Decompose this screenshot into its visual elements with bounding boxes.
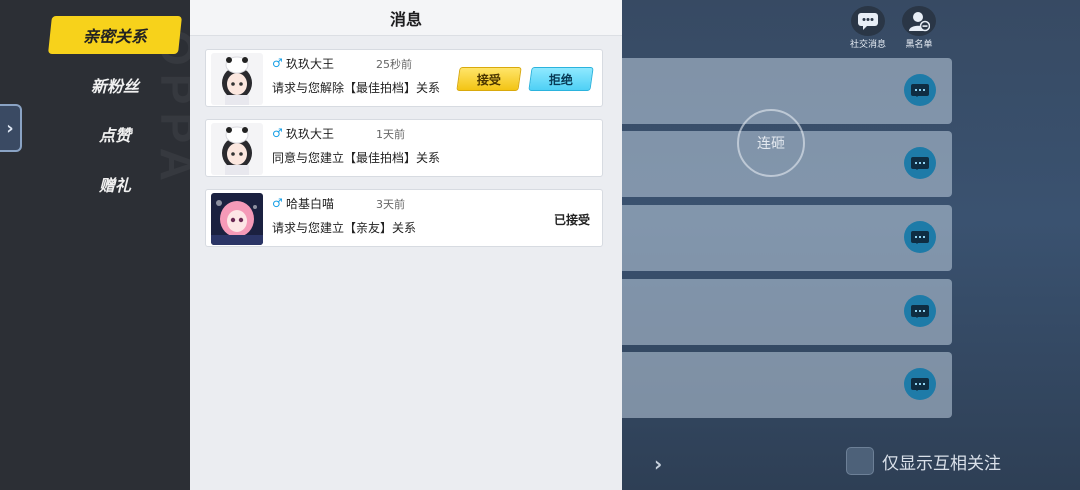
message-text: 请求与您建立【亲友】关系 <box>272 221 417 235</box>
accept-button[interactable]: 接受 <box>456 67 522 91</box>
sidebar-item-gifts[interactable]: 赠礼 <box>50 165 180 203</box>
status-label: 已接受 <box>553 213 590 227</box>
sidebar-item-new-fans[interactable]: 新粉丝 <box>50 66 180 104</box>
messages-panel: 消息 ♂ 玖玖大王 25秒前 请求与您解除【最佳拍档】关系 接受 拒绝 ♂ 玖玖… <box>190 0 622 490</box>
chat-icon <box>851 6 885 36</box>
message-icon[interactable] <box>904 221 936 253</box>
sidebar-item-intimate[interactable]: 亲密关系 <box>48 16 182 54</box>
friend-card[interactable] <box>622 279 952 345</box>
social-messages-label: 社交消息 <box>849 40 886 50</box>
sidebar-item-label: 新粉丝 <box>90 77 139 96</box>
reject-button[interactable]: 拒绝 <box>528 67 594 91</box>
username[interactable]: 玖玖大王 <box>286 125 334 142</box>
page-title: 消息 <box>190 0 622 36</box>
mutual-follow-toggle[interactable]: 仅显示互相关注 <box>846 447 1001 475</box>
message-icon[interactable] <box>904 74 936 106</box>
sidebar: OPPA 亲密关系 新粉丝 点赞 赠礼 › <box>0 0 203 490</box>
friend-card[interactable] <box>622 352 952 418</box>
chevron-right-icon[interactable]: › <box>0 104 22 152</box>
timestamp: 3天前 <box>376 198 405 211</box>
sidebar-item-label: 赠礼 <box>98 176 131 195</box>
male-icon: ♂ <box>272 196 283 210</box>
friend-card[interactable] <box>622 205 952 271</box>
social-messages-button[interactable]: 社交消息 <box>845 6 891 50</box>
sidebar-item-label: 点赞 <box>98 126 131 145</box>
sidebar-item-likes[interactable]: 点赞 <box>50 115 180 153</box>
message-icon[interactable] <box>904 368 936 400</box>
avatar[interactable] <box>211 123 263 175</box>
message-item: ♂ 玖玖大王 25秒前 请求与您解除【最佳拍档】关系 接受 拒绝 <box>205 49 603 107</box>
reject-button-label: 拒绝 <box>548 72 573 87</box>
blacklist-button[interactable]: 黑名单 <box>896 6 942 50</box>
avatar[interactable] <box>211 193 263 245</box>
username[interactable]: 哈基白喵 <box>286 195 334 212</box>
message-icon[interactable] <box>904 295 936 327</box>
message-text: 请求与您解除【最佳拍档】关系 <box>272 81 441 95</box>
timestamp: 1天前 <box>376 128 405 141</box>
male-icon: ♂ <box>272 56 283 70</box>
avatar[interactable] <box>211 53 263 105</box>
message-item: ♂ 哈基白喵 3天前 请求与您建立【亲友】关系 已接受 <box>205 189 603 247</box>
male-icon: ♂ <box>272 126 283 140</box>
accept-button-label: 接受 <box>476 72 501 87</box>
combo-circle[interactable]: 连砸 <box>737 109 805 177</box>
message-text: 同意与您建立【最佳拍档】关系 <box>272 151 441 165</box>
blocked-user-icon <box>902 6 936 36</box>
sidebar-item-label: 亲密关系 <box>82 27 147 46</box>
timestamp: 25秒前 <box>376 58 412 71</box>
username[interactable]: 玖玖大王 <box>286 55 334 72</box>
message-icon[interactable] <box>904 147 936 179</box>
blacklist-label: 黑名单 <box>905 40 933 50</box>
mutual-follow-checkbox[interactable] <box>846 447 874 475</box>
chevron-right-icon[interactable]: › <box>654 452 662 476</box>
message-item: ♂ 玖玖大王 1天前 同意与您建立【最佳拍档】关系 <box>205 119 603 177</box>
mutual-follow-label: 仅显示互相关注 <box>882 453 1001 474</box>
